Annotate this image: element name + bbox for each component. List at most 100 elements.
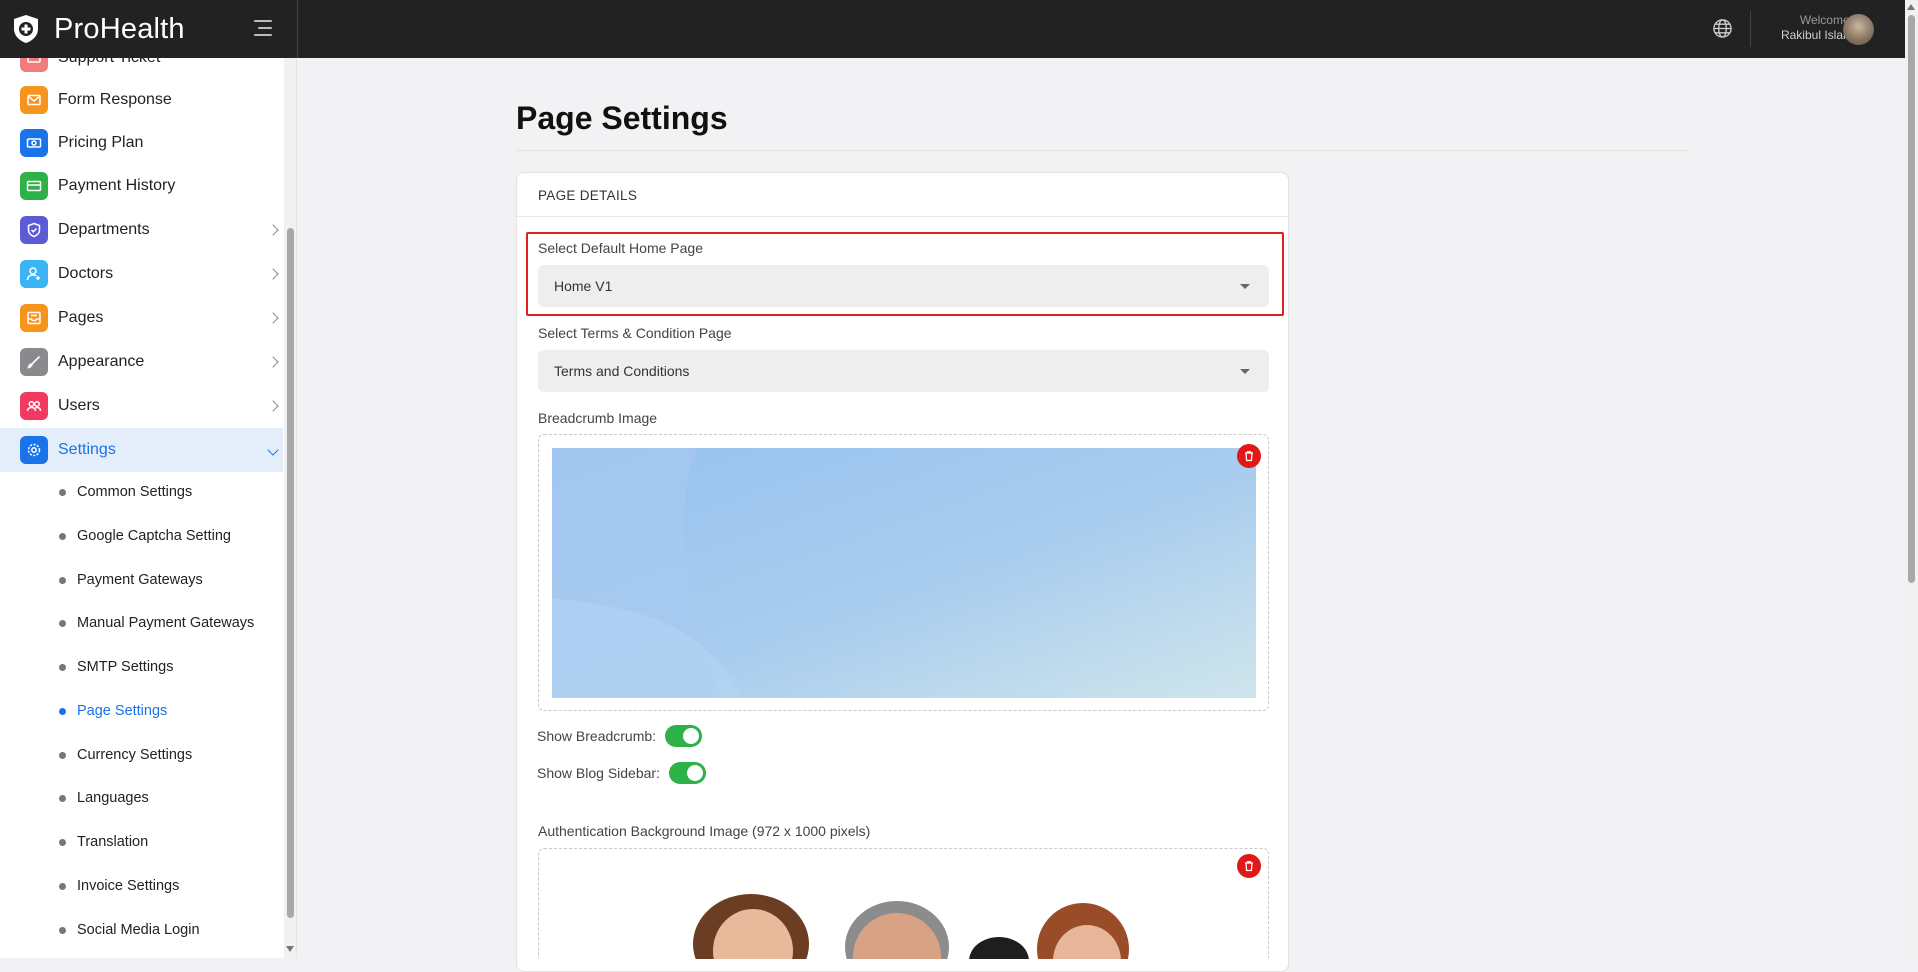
bullet-icon bbox=[59, 707, 66, 715]
delete-auth-bg-image-button[interactable] bbox=[1237, 854, 1261, 878]
sidebar-subitem-label: Common Settings bbox=[77, 484, 193, 500]
sidebar-item-settings[interactable]: Settings bbox=[0, 428, 283, 472]
bullet-icon bbox=[59, 794, 66, 802]
user-add-icon bbox=[20, 260, 48, 288]
show-breadcrumb-toggle[interactable] bbox=[665, 725, 703, 747]
shield-icon bbox=[20, 216, 48, 244]
sidebar-item-label: Users bbox=[58, 397, 100, 414]
auth-bg-image-box[interactable] bbox=[538, 848, 1269, 959]
toggle-knob bbox=[683, 728, 700, 744]
sidebar-subitem-label: Payment Gateways bbox=[77, 572, 203, 588]
terms-page-select-value: Terms and Conditions bbox=[554, 363, 690, 379]
bullet-icon bbox=[59, 532, 66, 540]
sidebar-item-label: Pricing Plan bbox=[58, 134, 144, 151]
card-header: PAGE DETAILS bbox=[517, 173, 1288, 217]
inbox-icon bbox=[20, 304, 48, 332]
bullet-icon bbox=[59, 619, 66, 627]
terms-page-label: Select Terms & Condition Page bbox=[538, 325, 732, 341]
top-bar: ProHealth Welcome, Rakibul Islam bbox=[0, 0, 1918, 58]
header-divider-right bbox=[1750, 11, 1751, 47]
sidebar-subitem-label: Currency Settings bbox=[77, 747, 193, 763]
sidebar-subitem-invoice-settings[interactable]: Invoice Settings bbox=[0, 866, 283, 906]
toggle-knob bbox=[686, 765, 703, 781]
breadcrumb-image-label: Breadcrumb Image bbox=[538, 410, 658, 426]
shield-logo-icon bbox=[14, 15, 38, 43]
sidebar-subitem-manual-payment-gateways[interactable]: Manual Payment Gateways bbox=[0, 603, 283, 643]
sidebar-subitem-translation[interactable]: Translation bbox=[0, 822, 283, 862]
trash-icon bbox=[1245, 861, 1253, 872]
show-blog-sidebar-label: Show Blog Sidebar: bbox=[537, 765, 660, 781]
sidebar-item-doctors[interactable]: Doctors bbox=[0, 252, 283, 296]
page-title: Page Settings bbox=[516, 100, 728, 136]
chevron-right-icon bbox=[267, 224, 279, 236]
brush-icon bbox=[20, 348, 48, 376]
page-scrollbar-thumb[interactable] bbox=[1908, 15, 1915, 583]
sidebar-subitem-page-settings[interactable]: Page Settings bbox=[0, 691, 283, 731]
sidebar-item-support-ticket[interactable]: Support Ticket bbox=[0, 58, 283, 80]
avatar[interactable] bbox=[1843, 14, 1874, 45]
sidebar-item-label: Payment History bbox=[58, 177, 176, 194]
brand[interactable]: ProHealth bbox=[12, 12, 185, 46]
caret-down-icon bbox=[1240, 369, 1250, 374]
mail-icon bbox=[20, 86, 48, 114]
sidebar-subitem-social-media-login[interactable]: Social Media Login bbox=[0, 910, 283, 950]
show-blog-sidebar-toggle[interactable] bbox=[668, 762, 706, 784]
terms-page-select[interactable]: Terms and Conditions bbox=[538, 350, 1269, 392]
sidebar-subitem-google-captcha[interactable]: Google Captcha Setting bbox=[0, 516, 283, 556]
sidebar-subitem-label: Page Settings bbox=[77, 703, 168, 719]
bullet-icon bbox=[59, 663, 66, 671]
sidebar-item-departments[interactable]: Departments bbox=[0, 208, 283, 252]
focus-highlight bbox=[526, 232, 1284, 316]
users-icon bbox=[20, 392, 48, 420]
sidebar-subitem-label: Social Media Login bbox=[77, 922, 200, 938]
chevron-right-icon bbox=[267, 356, 279, 368]
sidebar-subitem-label: Languages bbox=[77, 790, 149, 806]
sidebar-item-payment-history[interactable]: Payment History bbox=[0, 164, 283, 208]
bullet-icon bbox=[59, 838, 66, 846]
sidebar-subitem-smtp-settings[interactable]: SMTP Settings bbox=[0, 647, 283, 687]
bullet-icon bbox=[59, 926, 66, 934]
sidebar-item-users[interactable]: Users bbox=[0, 384, 283, 428]
show-blog-sidebar-row: Show Blog Sidebar: bbox=[537, 761, 706, 785]
delete-breadcrumb-image-button[interactable] bbox=[1237, 444, 1261, 468]
sidebar-item-label: Doctors bbox=[58, 265, 114, 282]
bullet-icon bbox=[59, 488, 66, 496]
sidebar-subitem-payment-gateways[interactable]: Payment Gateways bbox=[0, 560, 283, 600]
header-divider bbox=[297, 0, 298, 58]
globe-icon[interactable] bbox=[1712, 18, 1733, 39]
card-icon bbox=[20, 172, 48, 200]
card-header-label: PAGE DETAILS bbox=[538, 188, 638, 203]
sidebar-item-appearance[interactable]: Appearance bbox=[0, 340, 283, 384]
sidebar-scrollbar-thumb[interactable] bbox=[287, 228, 294, 918]
sidebar-item-pages[interactable]: Pages bbox=[0, 296, 283, 340]
menu-toggle-icon[interactable] bbox=[248, 18, 272, 38]
bullet-icon bbox=[59, 751, 66, 759]
brand-name: ProHealth bbox=[54, 12, 185, 45]
breadcrumb-image-preview bbox=[552, 448, 1256, 698]
title-divider bbox=[516, 150, 1688, 151]
chevron-down-icon bbox=[267, 444, 279, 456]
ticket-icon bbox=[20, 58, 48, 72]
sidebar-subitem-languages[interactable]: Languages bbox=[0, 778, 283, 818]
chevron-right-icon bbox=[267, 268, 279, 280]
sidebar-item-label: Support Ticket bbox=[58, 58, 160, 67]
sidebar-item-label: Form Response bbox=[58, 91, 172, 108]
breadcrumb-image-graphic bbox=[552, 448, 1256, 698]
sidebar-subitem-currency-settings[interactable]: Currency Settings bbox=[0, 735, 283, 775]
scroll-up-arrow-icon[interactable] bbox=[1907, 4, 1915, 10]
bullet-icon bbox=[59, 576, 66, 584]
breadcrumb-image-box[interactable] bbox=[538, 434, 1269, 711]
sidebar-item-form-response[interactable]: Form Response bbox=[0, 78, 283, 122]
sidebar: Support Ticket Form Response Pricing Pla… bbox=[0, 58, 297, 958]
sidebar-subitem-label: Translation bbox=[77, 834, 149, 850]
sidebar-subitem-label: Invoice Settings bbox=[77, 878, 180, 894]
scroll-down-arrow-icon[interactable] bbox=[286, 946, 294, 952]
chevron-right-icon bbox=[267, 312, 279, 324]
sidebar-item-label: Pages bbox=[58, 309, 104, 326]
show-breadcrumb-row: Show Breadcrumb: bbox=[537, 724, 703, 748]
sidebar-item-pricing-plan[interactable]: Pricing Plan bbox=[0, 121, 283, 165]
chevron-right-icon bbox=[267, 400, 279, 412]
sidebar-item-label: Settings bbox=[58, 441, 116, 458]
sidebar-subitem-common-settings[interactable]: Common Settings bbox=[0, 472, 283, 512]
sidebar-subitem-label: Google Captcha Setting bbox=[77, 528, 231, 544]
